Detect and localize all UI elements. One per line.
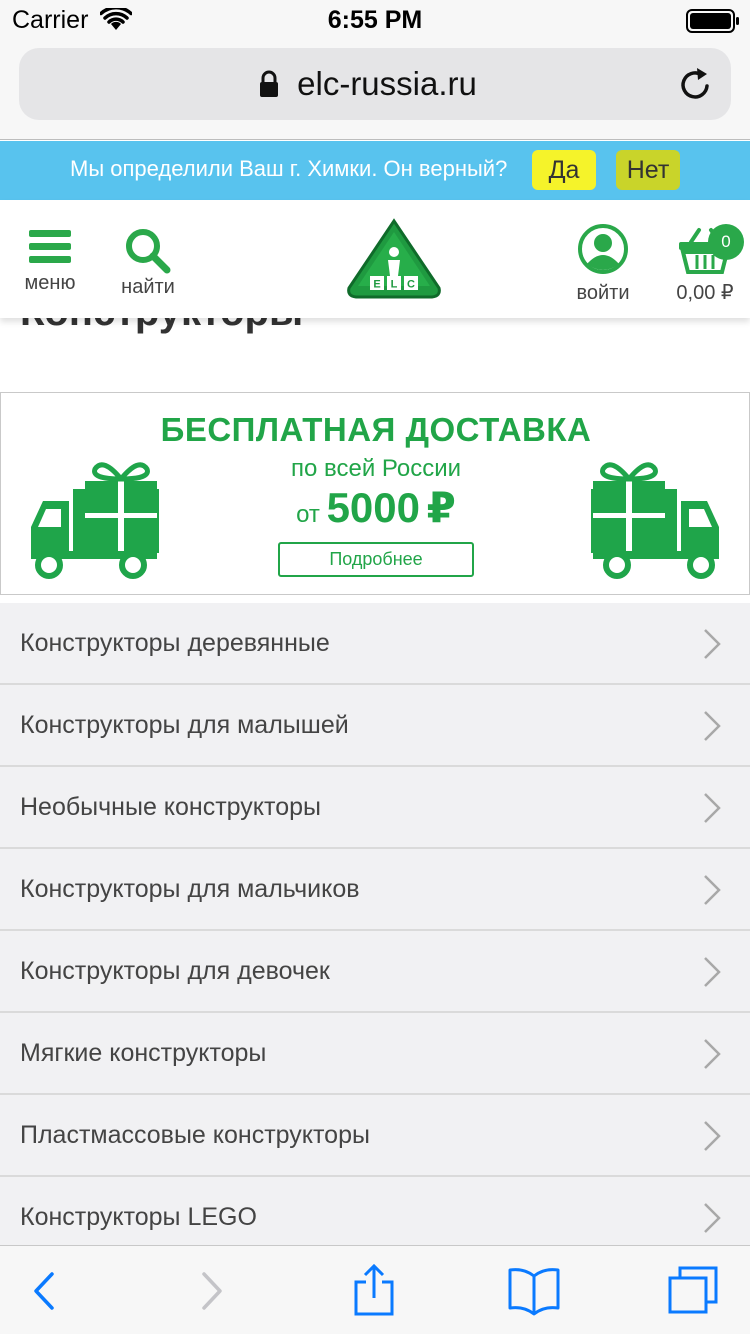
- tabs-icon[interactable]: [666, 1264, 720, 1318]
- category-label: Мягкие конструкторы: [20, 1039, 267, 1067]
- battery-icon: [686, 9, 739, 33]
- category-item[interactable]: Мягкие конструкторы: [0, 1013, 750, 1095]
- category-label: Пластмассовые конструкторы: [20, 1121, 370, 1149]
- category-label: Конструкторы деревянные: [20, 629, 330, 657]
- search-label: найти: [121, 276, 175, 298]
- promo-currency: ₽: [426, 484, 456, 531]
- hamburger-icon: [29, 228, 71, 264]
- menu-button[interactable]: меню: [20, 228, 80, 295]
- login-button[interactable]: войти: [566, 224, 640, 305]
- promo-details-button[interactable]: Подробнее: [278, 542, 474, 577]
- category-label: Конструкторы для малышей: [20, 711, 349, 739]
- menu-label: меню: [24, 272, 76, 294]
- chevron-right-icon: [704, 957, 721, 987]
- browser-address-area: elc-russia.ru: [0, 40, 750, 140]
- search-icon: [126, 229, 171, 274]
- city-question: Мы определили Ваш г. Химки. Он верный?: [70, 156, 508, 181]
- share-icon[interactable]: [352, 1264, 396, 1318]
- elc-logo[interactable]: E L C: [346, 218, 442, 300]
- category-item[interactable]: Конструкторы для мальчиков: [0, 849, 750, 931]
- svg-text:E: E: [373, 279, 380, 291]
- search-button[interactable]: найти: [114, 228, 182, 299]
- bookmarks-icon[interactable]: [506, 1264, 562, 1318]
- cart-total: 0,00 ₽: [676, 282, 734, 304]
- cart-count-badge: 0: [708, 224, 744, 260]
- category-label: Конструкторы для девочек: [20, 957, 330, 985]
- category-item[interactable]: Пластмассовые конструкторы: [0, 1095, 750, 1177]
- category-item[interactable]: Необычные конструкторы: [0, 767, 750, 849]
- user-icon: [578, 224, 628, 274]
- url-text: elc-russia.ru: [297, 65, 477, 102]
- city-no-button[interactable]: Нет: [616, 150, 680, 190]
- forward-icon[interactable]: [196, 1264, 226, 1318]
- back-icon[interactable]: [28, 1264, 58, 1318]
- status-bar: Carrier 6:55 PM: [0, 0, 750, 40]
- promo-amount-prefix: от: [296, 501, 320, 528]
- svg-text:C: C: [407, 279, 415, 291]
- category-label: Конструкторы для мальчиков: [20, 875, 360, 903]
- chevron-right-icon: [704, 629, 721, 659]
- promo-amount-value: 5000: [326, 484, 420, 531]
- category-item[interactable]: Конструкторы деревянные: [0, 603, 750, 685]
- category-list: Конструкторы деревянные Конструкторы для…: [0, 603, 750, 1259]
- delivery-truck-icon: [591, 462, 719, 579]
- browser-toolbar: [0, 1245, 750, 1334]
- chevron-right-icon: [704, 1121, 721, 1151]
- promo-title: БЕСПЛАТНАЯ ДОСТАВКА: [160, 411, 592, 448]
- free-delivery-banner[interactable]: БЕСПЛАТНАЯ ДОСТАВКА по всей России от 50…: [0, 392, 750, 595]
- login-label: войти: [576, 282, 630, 304]
- category-label: Необычные конструкторы: [20, 793, 321, 821]
- site-header: меню найти E L C войти 0 0,00 ₽: [0, 200, 750, 318]
- status-time: 6:55 PM: [327, 6, 423, 34]
- address-bar[interactable]: elc-russia.ru: [19, 48, 731, 120]
- cart-button[interactable]: 0 0,00 ₽: [668, 224, 744, 305]
- city-yes-button[interactable]: Да: [532, 150, 596, 190]
- svg-text:L: L: [391, 279, 398, 291]
- category-label: Конструкторы LEGO: [20, 1203, 257, 1231]
- chevron-right-icon: [704, 1203, 721, 1233]
- chevron-right-icon: [704, 875, 721, 905]
- chevron-right-icon: [704, 1039, 721, 1069]
- chevron-right-icon: [704, 711, 721, 741]
- reload-icon[interactable]: [679, 66, 713, 102]
- chevron-right-icon: [704, 793, 721, 823]
- category-item[interactable]: Конструкторы для девочек: [0, 931, 750, 1013]
- city-confirm-banner: Мы определили Ваш г. Химки. Он верный? Д…: [0, 141, 750, 200]
- category-item[interactable]: Конструкторы для малышей: [0, 685, 750, 767]
